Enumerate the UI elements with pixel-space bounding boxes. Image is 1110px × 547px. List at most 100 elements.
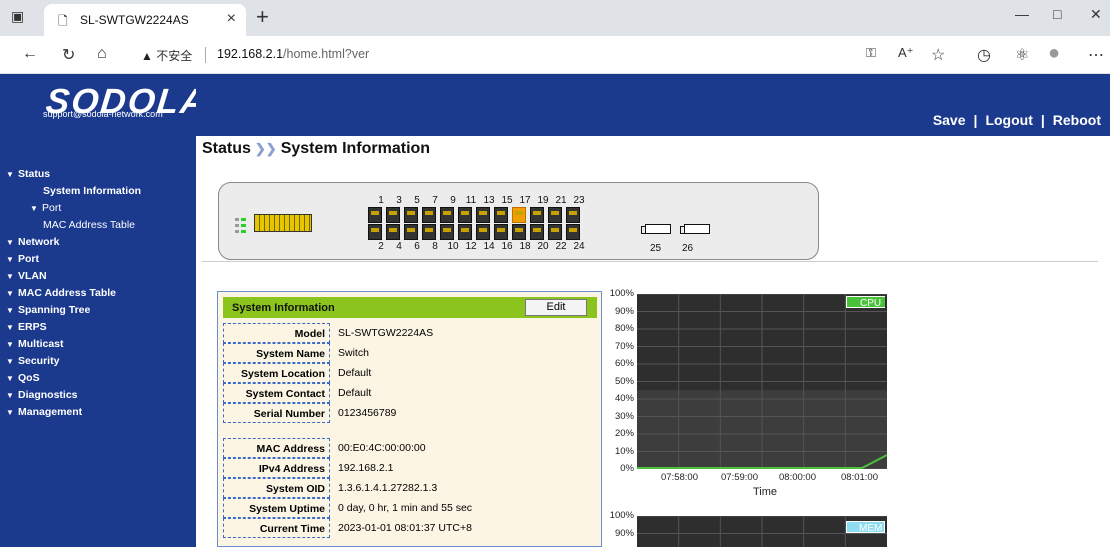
history-icon[interactable]: ◷ (977, 45, 991, 65)
sidebar-item-mac-address-table[interactable]: ▼ MAC Address Table (0, 285, 196, 302)
tab-actions-icon[interactable]: ▣ (11, 8, 24, 25)
y-tick-label: 30% (614, 410, 634, 422)
y-tick-label: 50% (614, 375, 634, 387)
sidebar-item-qos[interactable]: ▼ QoS (0, 370, 196, 387)
legend-swatch (847, 297, 859, 307)
port-6[interactable] (404, 224, 418, 240)
port-7[interactable] (422, 207, 436, 223)
port-11[interactable] (458, 207, 472, 223)
sidebar-item-spanning-tree[interactable]: ▼ Spanning Tree (0, 302, 196, 319)
minimize-icon[interactable]: — (1015, 6, 1029, 22)
refresh-icon[interactable]: ↻ (62, 45, 75, 65)
port-8[interactable] (422, 224, 436, 240)
extensions-icon[interactable]: ⚛ (1015, 45, 1029, 65)
port-12[interactable] (458, 224, 472, 240)
sidebar-item-management[interactable]: ▼ Management (0, 404, 196, 421)
favorite-icon[interactable]: ☆ (931, 45, 945, 65)
mem-chart-plot: MEM (637, 516, 887, 547)
info-row: System Uptime 0 day, 0 hr, 1 min and 55 s… (223, 498, 597, 518)
port-10[interactable] (440, 224, 454, 240)
warning-icon: ▲ (141, 49, 153, 63)
port-19[interactable] (530, 207, 544, 223)
sfp-port-25[interactable] (641, 224, 671, 234)
browser-tab[interactable]: 🗋 SL-SWTGW2224AS × (44, 4, 246, 36)
port-23[interactable] (566, 207, 580, 223)
sidebar-item-system-information[interactable]: System Information (0, 183, 196, 200)
sidebar-item-label: System Information (43, 185, 142, 197)
new-tab-icon[interactable]: + (256, 4, 269, 30)
key-icon[interactable]: ⚿ (866, 45, 876, 61)
port-9[interactable] (440, 207, 454, 223)
sidebar-item-security[interactable]: ▼ Security (0, 353, 196, 370)
port-5[interactable] (404, 207, 418, 223)
info-label: IPv4 Address (223, 458, 330, 478)
port-22[interactable] (548, 224, 562, 240)
edit-button[interactable]: Edit (525, 299, 587, 316)
sidebar-item-label: Management (18, 406, 83, 418)
port-number-label: 15 (501, 195, 513, 206)
url-host: 192.168.2.1 (217, 47, 284, 61)
port-14[interactable] (476, 224, 490, 240)
sidebar-item-network[interactable]: ▼ Network (0, 234, 196, 251)
sidebar-item-label: QoS (18, 372, 40, 384)
port-number-label: 20 (537, 241, 549, 252)
sidebar-item-vlan[interactable]: ▼ VLAN (0, 268, 196, 285)
port-24[interactable] (566, 224, 580, 240)
address-bar[interactable]: 192.168.2.1/home.html?ver (217, 47, 369, 61)
back-icon[interactable]: ← (22, 45, 38, 63)
sidebar-item-status-port[interactable]: ▼ Port (0, 200, 196, 217)
close-tab-icon[interactable]: × (227, 10, 236, 28)
sidebar-item-port[interactable]: ▼ Port (0, 251, 196, 268)
info-label: Serial Number (223, 403, 330, 423)
chevron-down-icon: ▼ (6, 255, 14, 264)
sidebar-item-label: VLAN (18, 270, 47, 282)
port-17[interactable] (512, 207, 526, 223)
sidebar-item-multicast[interactable]: ▼ Multicast (0, 336, 196, 353)
close-window-icon[interactable]: ✕ (1090, 6, 1102, 23)
bottom-port-row (368, 224, 580, 240)
port-2[interactable] (368, 224, 382, 240)
security-warning[interactable]: ▲ 不安全 (141, 47, 192, 64)
port-3[interactable] (386, 207, 400, 223)
home-icon[interactable]: ⌂ (97, 45, 107, 63)
sfp-port-26[interactable] (680, 224, 710, 234)
support-email: support@sodola-network.com (43, 109, 163, 119)
y-tick-label: 90% (614, 527, 634, 539)
port-1[interactable] (368, 207, 382, 223)
y-tick-label: 40% (614, 393, 634, 404)
port-18[interactable] (512, 224, 526, 240)
profile-icon[interactable]: ● (1048, 42, 1060, 65)
read-aloud-icon[interactable]: A⁺ (898, 45, 914, 61)
divider (202, 261, 1098, 262)
chevron-down-icon: ▼ (30, 204, 38, 213)
sidebar-item-label: Diagnostics (18, 389, 78, 401)
sidebar: SODOLA support@sodola-network.com ▼ Statu… (0, 74, 210, 547)
info-value: 2023-01-01 08:01:37 UTC+8 (338, 522, 472, 534)
save-link[interactable]: Save (933, 112, 966, 128)
port-16[interactable] (494, 224, 508, 240)
info-value: 0123456789 (338, 407, 397, 419)
sidebar-item-label: Network (18, 236, 60, 248)
maximize-icon[interactable]: □ (1053, 6, 1061, 22)
link-divider: | (1040, 112, 1045, 128)
breadcrumb-page: System Information (280, 140, 431, 157)
sidebar-item-erps[interactable]: ▼ ERPS (0, 319, 196, 336)
logout-link[interactable]: Logout (985, 112, 1032, 128)
sidebar-item-label: Multicast (18, 338, 64, 350)
port-13[interactable] (476, 207, 490, 223)
port-number-label: 24 (573, 241, 585, 252)
more-icon[interactable]: ⋯ (1088, 45, 1104, 65)
port-number-label: 3 (396, 195, 402, 206)
reboot-link[interactable]: Reboot (1053, 112, 1101, 128)
y-tick-label: 100% (609, 288, 634, 299)
sidebar-item-status-mac-table[interactable]: MAC Address Table (0, 217, 196, 234)
port-4[interactable] (386, 224, 400, 240)
port-led-matrix (254, 214, 312, 232)
port-15[interactable] (494, 207, 508, 223)
sidebar-item-status[interactable]: ▼ Status (0, 166, 196, 183)
sidebar-item-diagnostics[interactable]: ▼ Diagnostics (0, 387, 196, 404)
x-tick-label: 07:58:00 (661, 472, 698, 483)
port-21[interactable] (548, 207, 562, 223)
y-tick-label: 100% (609, 510, 634, 521)
port-20[interactable] (530, 224, 544, 240)
